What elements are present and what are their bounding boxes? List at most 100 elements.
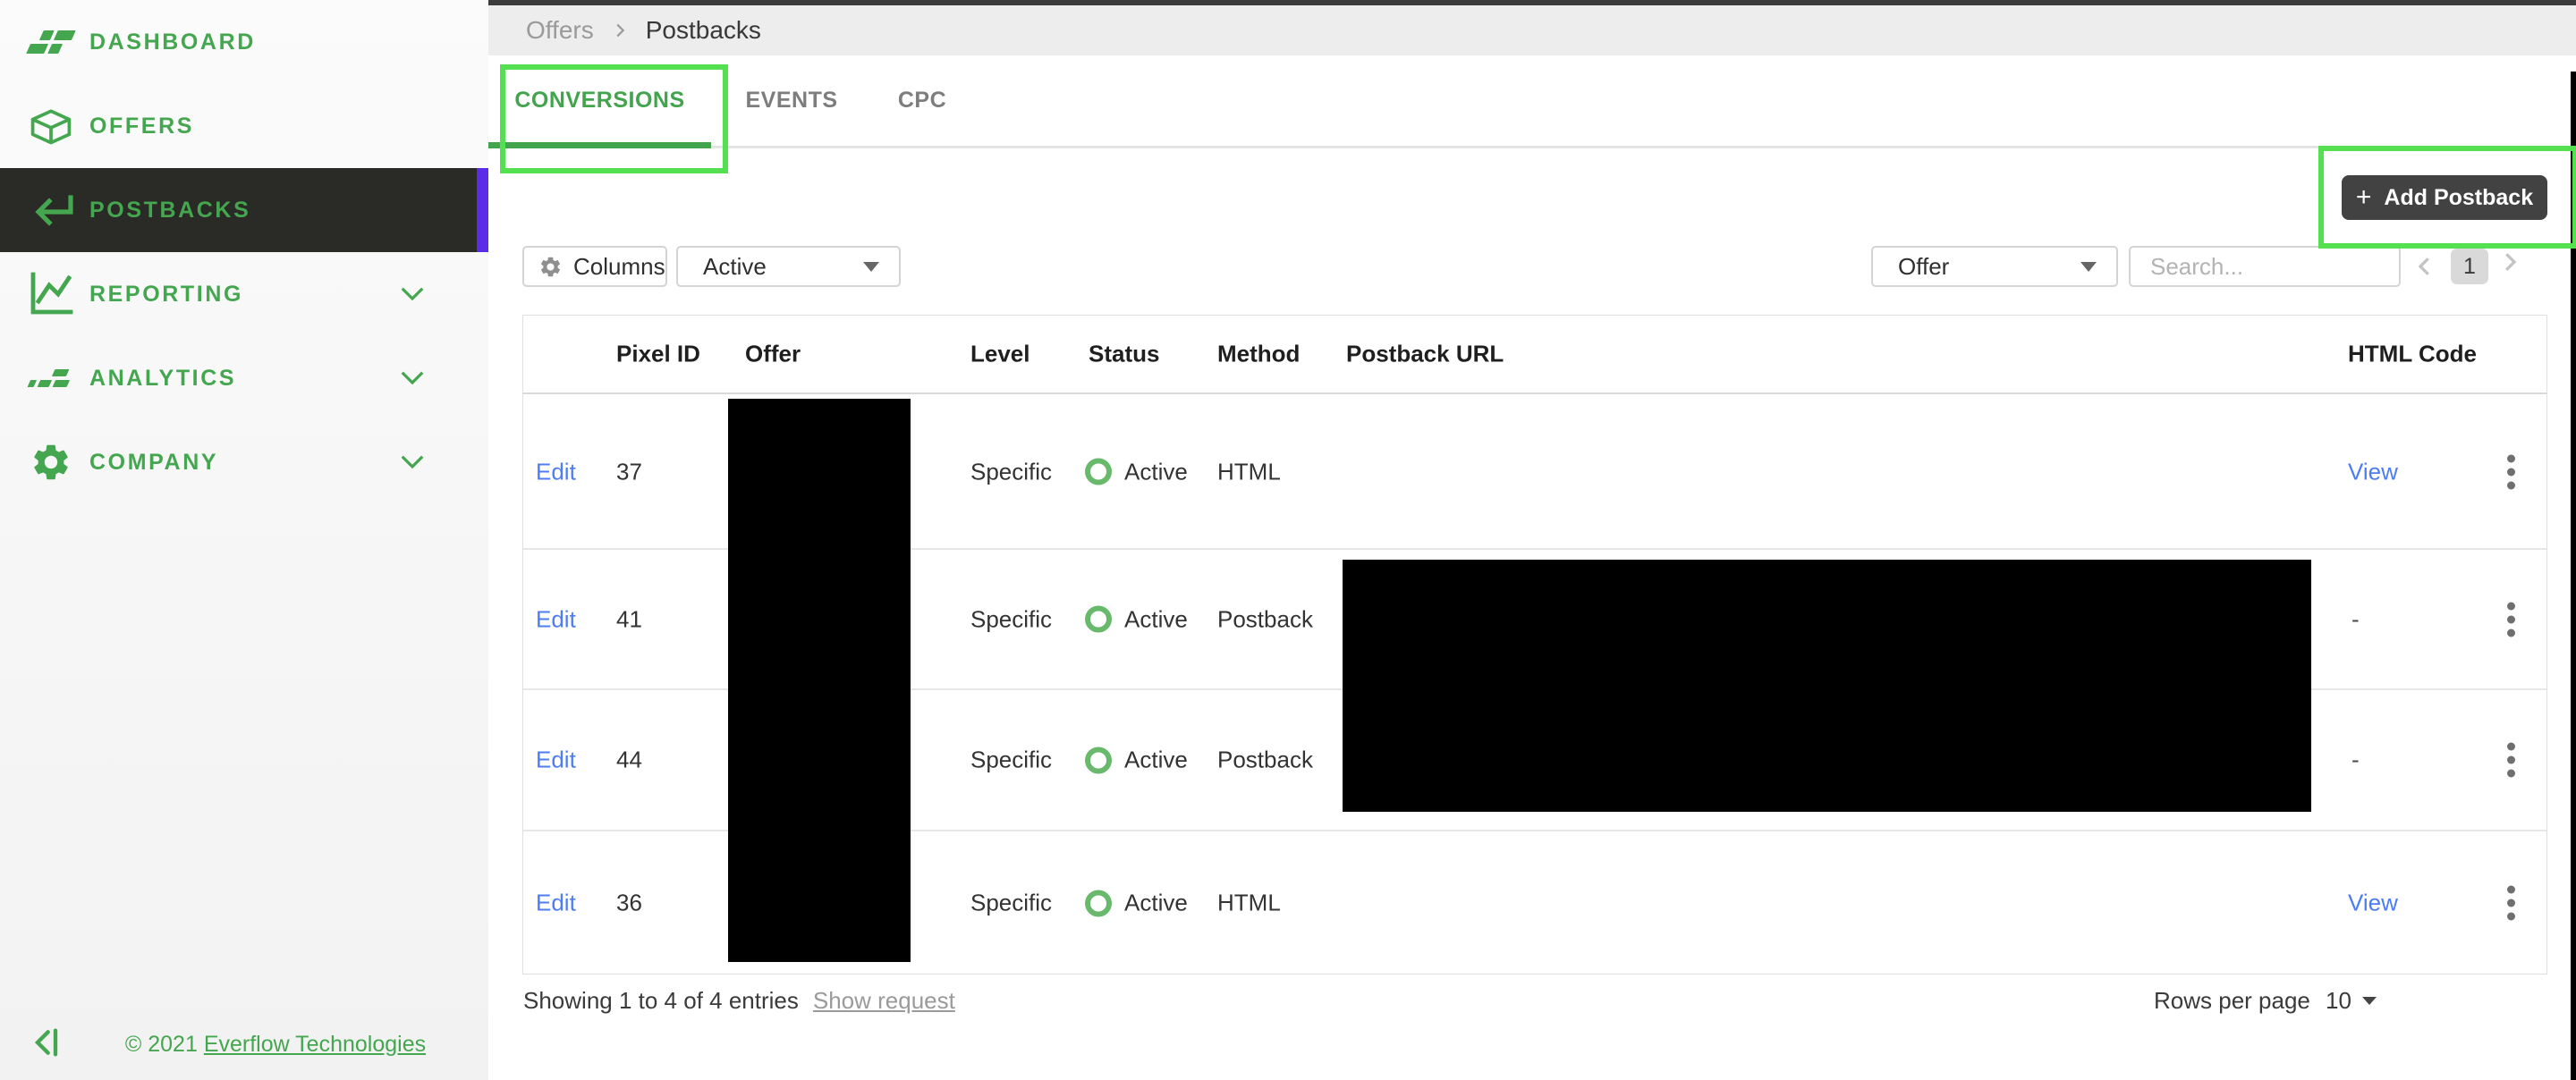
sidebar-item-analytics[interactable]: ANALYTICS bbox=[0, 336, 488, 420]
sidebar-item-offers[interactable]: OFFERS bbox=[0, 84, 488, 168]
col-postback-url: Postback URL bbox=[1346, 341, 1504, 368]
sidebar: DASHBOARD OFFERS POSTBACKS bbox=[0, 0, 488, 1080]
columns-label: Columns bbox=[573, 253, 665, 281]
chevron-down-icon bbox=[399, 453, 426, 471]
offer-filter-value: Offer bbox=[1898, 253, 1949, 281]
gear-icon bbox=[23, 441, 79, 484]
tab-label: CONVERSIONS bbox=[514, 88, 684, 114]
status-label: Active bbox=[1124, 747, 1188, 774]
offer-filter-select[interactable]: Offer bbox=[1871, 246, 2118, 287]
view-html-link[interactable]: View bbox=[2348, 890, 2398, 917]
search-box bbox=[2129, 246, 2401, 287]
status-active-icon bbox=[1085, 747, 1112, 773]
sidebar-footer: © 2021 Everflow Technologies bbox=[0, 1008, 488, 1080]
pixel-id-cell: 37 bbox=[616, 458, 642, 485]
package-icon bbox=[23, 105, 79, 147]
rows-per-page-value: 10 bbox=[2326, 987, 2351, 1015]
copyright: © 2021 Everflow Technologies bbox=[80, 1032, 470, 1058]
status-cell: Active bbox=[1085, 458, 1188, 485]
plus-icon: + bbox=[2356, 182, 2372, 213]
sidebar-item-label: ANALYTICS bbox=[89, 366, 236, 392]
method-cell: Postback bbox=[1217, 747, 1313, 774]
status-cell: Active bbox=[1085, 890, 1188, 917]
row-actions-kebab-icon[interactable] bbox=[2502, 738, 2521, 783]
col-offer: Offer bbox=[745, 341, 801, 368]
pixel-id-cell: 44 bbox=[616, 747, 642, 774]
rows-per-page-label: Rows per page bbox=[2154, 987, 2310, 1015]
add-postback-label: Add Postback bbox=[2384, 185, 2533, 211]
row-actions-kebab-icon[interactable] bbox=[2502, 596, 2521, 642]
pixel-id-cell: 41 bbox=[616, 605, 642, 633]
page-number[interactable]: 1 bbox=[2451, 249, 2488, 284]
status-filter-select[interactable]: Active bbox=[676, 246, 901, 287]
everflow-technologies-link[interactable]: Everflow Technologies bbox=[204, 1032, 426, 1057]
add-postback-button[interactable]: + Add Postback bbox=[2342, 175, 2547, 220]
sidebar-item-company[interactable]: COMPANY bbox=[0, 420, 488, 504]
chevron-left-icon[interactable] bbox=[2411, 253, 2438, 280]
method-cell: Postback bbox=[1217, 605, 1313, 633]
collapse-sidebar-icon[interactable] bbox=[29, 1025, 64, 1065]
gear-icon bbox=[538, 255, 563, 279]
breadcrumb-offers[interactable]: Offers bbox=[526, 16, 594, 45]
method-cell: HTML bbox=[1217, 458, 1281, 485]
tab-conversions[interactable]: CONVERSIONS bbox=[488, 55, 711, 146]
breadcrumb-postbacks: Postbacks bbox=[646, 16, 761, 45]
sidebar-item-postbacks[interactable]: POSTBACKS bbox=[0, 168, 488, 252]
status-active-icon bbox=[1085, 606, 1112, 633]
everflow-logo-icon bbox=[23, 30, 79, 54]
search-input[interactable] bbox=[2148, 252, 2381, 282]
sidebar-item-reporting[interactable]: REPORTING bbox=[0, 252, 488, 336]
edit-link[interactable]: Edit bbox=[536, 890, 576, 917]
pixel-id-cell: 36 bbox=[616, 890, 642, 917]
chevron-down-icon bbox=[399, 285, 426, 303]
col-level: Level bbox=[970, 341, 1030, 368]
redaction-offer-column bbox=[728, 399, 911, 962]
status-cell: Active bbox=[1085, 747, 1188, 774]
sidebar-item-label: OFFERS bbox=[89, 114, 194, 139]
pagination-top: 1 bbox=[2411, 249, 2528, 284]
edit-link[interactable]: Edit bbox=[536, 605, 576, 633]
postbacks-page: DASHBOARD OFFERS POSTBACKS bbox=[0, 0, 2576, 1080]
row-actions-kebab-icon[interactable] bbox=[2502, 449, 2521, 494]
tab-cpc[interactable]: CPC bbox=[872, 55, 972, 146]
chevron-right-icon[interactable] bbox=[2501, 253, 2528, 280]
redacted-scrollbar-strip bbox=[2571, 72, 2576, 1080]
table-header: Pixel ID Offer Level Status Method Postb… bbox=[523, 316, 2546, 394]
caret-down-icon bbox=[2362, 997, 2377, 1005]
html-code-dash: - bbox=[2351, 747, 2360, 774]
col-pixel-id: Pixel ID bbox=[616, 341, 700, 368]
show-request-link[interactable]: Show request bbox=[813, 987, 955, 1014]
level-cell: Specific bbox=[970, 890, 1052, 917]
caret-down-icon bbox=[2080, 262, 2097, 272]
method-cell: HTML bbox=[1217, 890, 1281, 917]
sidebar-item-dashboard[interactable]: DASHBOARD bbox=[0, 0, 488, 84]
active-tab-underline bbox=[488, 142, 711, 148]
html-code-dash: - bbox=[2351, 605, 2360, 633]
status-active-icon bbox=[1085, 890, 1112, 916]
chevron-down-icon bbox=[399, 369, 426, 387]
tab-events[interactable]: EVENTS bbox=[711, 55, 872, 146]
showing-text: Showing 1 to 4 of 4 entries bbox=[523, 987, 799, 1014]
tab-label: EVENTS bbox=[745, 88, 837, 114]
tab-label: CPC bbox=[898, 88, 946, 114]
level-cell: Specific bbox=[970, 458, 1052, 485]
showing-entries: Showing 1 to 4 of 4 entries Show request bbox=[523, 987, 955, 1015]
view-html-link[interactable]: View bbox=[2348, 458, 2398, 485]
line-chart-icon bbox=[23, 271, 79, 317]
row-actions-kebab-icon[interactable] bbox=[2502, 881, 2521, 926]
status-label: Active bbox=[1124, 890, 1188, 917]
edit-link[interactable]: Edit bbox=[536, 747, 576, 774]
col-html-code: HTML Code bbox=[2348, 341, 2477, 368]
sidebar-item-label: COMPANY bbox=[89, 450, 218, 476]
columns-button[interactable]: Columns bbox=[522, 246, 667, 287]
edit-link[interactable]: Edit bbox=[536, 458, 576, 485]
level-cell: Specific bbox=[970, 605, 1052, 633]
return-arrow-icon bbox=[23, 190, 79, 230]
col-method: Method bbox=[1217, 341, 1300, 368]
sidebar-item-label: DASHBOARD bbox=[89, 30, 256, 55]
tab-bar: CONVERSIONS EVENTS CPC bbox=[488, 55, 2576, 148]
sidebar-item-label: POSTBACKS bbox=[89, 198, 250, 224]
slanted-bars-icon bbox=[23, 369, 79, 387]
breadcrumb-chevron-icon bbox=[610, 21, 630, 40]
rows-per-page-select[interactable]: 10 bbox=[2326, 987, 2377, 1015]
